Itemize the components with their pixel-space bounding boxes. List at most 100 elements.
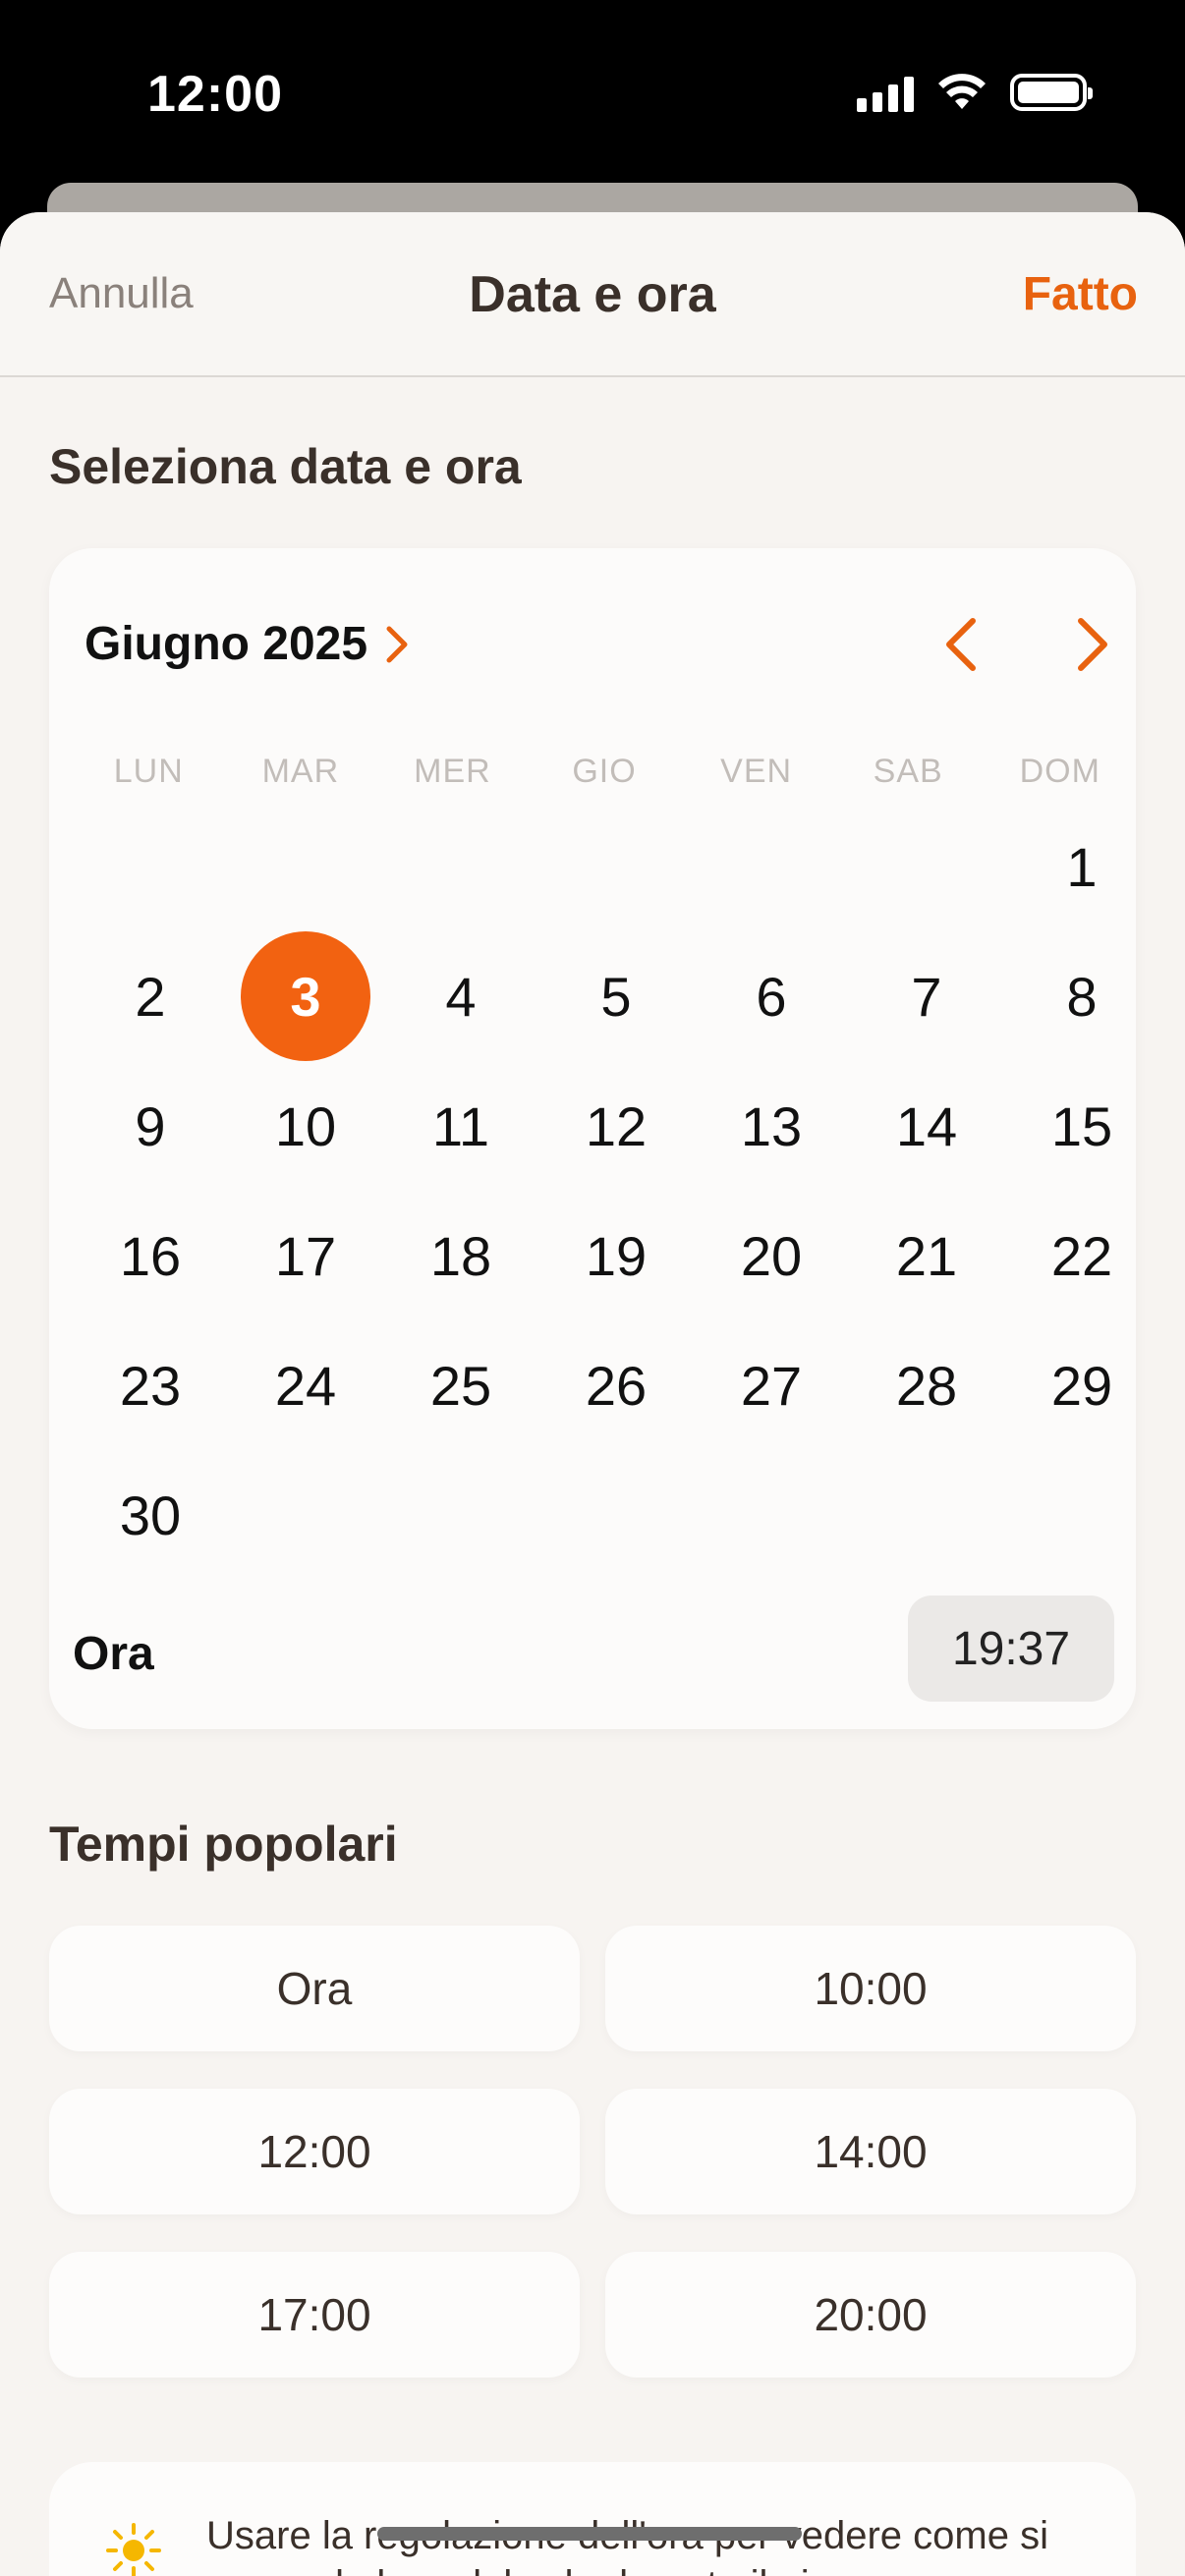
empty-day-cell (694, 802, 849, 931)
calendar-day[interactable]: 15 (1004, 1061, 1159, 1191)
done-button[interactable]: Fatto (1023, 267, 1138, 321)
empty-day-cell (73, 802, 228, 931)
calendar-day-number: 16 (119, 1224, 182, 1287)
calendar-card: Giugno 2025 LUN MAR MER GIO VEN SAB DOM 123456… (49, 548, 1136, 1729)
calendar-day[interactable]: 12 (538, 1061, 694, 1191)
calendar-day-number: 11 (431, 1094, 490, 1157)
calendar-day-number: 17 (274, 1224, 337, 1287)
calendar-day-number: 30 (119, 1484, 182, 1546)
weekday-label: MAR (261, 753, 340, 790)
date-time-sheet: Annulla Data e ora Fatto Seleziona data … (0, 212, 1185, 2576)
cellular-signal-icon (857, 73, 914, 112)
month-label: Giugno 2025 (85, 618, 368, 670)
battery-icon (1010, 74, 1093, 111)
calendar-day[interactable]: 2 (73, 931, 228, 1061)
wifi-icon (938, 74, 986, 109)
weekday-label: GIO (572, 753, 637, 790)
calendar-day[interactable]: 20 (694, 1191, 849, 1320)
popular-time-button[interactable]: 10:00 (605, 1926, 1136, 2051)
weekday-label: SAB (873, 753, 943, 790)
calendar-day[interactable]: 10 (228, 1061, 383, 1191)
calendar-day[interactable]: 21 (849, 1191, 1004, 1320)
next-month-button[interactable] (1061, 615, 1120, 674)
time-picker-button[interactable]: 19:37 (908, 1596, 1114, 1702)
days-grid: 1 2 3 4 5 6 7 8 9 10 11 12 13 14 15 16 17 18 19 20 21 22 23 24 2… (73, 802, 1159, 1580)
calendar-day[interactable]: 26 (538, 1320, 694, 1450)
calendar-day-number: 27 (740, 1354, 803, 1417)
calendar-day-number: 5 (600, 965, 632, 1028)
popular-time-button[interactable]: 20:00 (605, 2252, 1136, 2378)
calendar-day[interactable]: 17 (228, 1191, 383, 1320)
calendar-day-number: 12 (585, 1094, 648, 1157)
page-title: Data e ora (469, 266, 716, 323)
popular-time-button[interactable]: 14:00 (605, 2089, 1136, 2214)
calendar-day[interactable]: 11 (383, 1061, 538, 1191)
popular-times-grid: Ora 10:00 12:00 14:00 17:00 20:00 (49, 1926, 1136, 2378)
calendar-day-number: 20 (740, 1224, 803, 1287)
calendar-day-number: 24 (274, 1354, 337, 1417)
calendar-day[interactable]: 29 (1004, 1320, 1159, 1450)
calendar-day[interactable]: 14 (849, 1061, 1004, 1191)
month-year-button[interactable]: Giugno 2025 (85, 617, 409, 671)
sun-icon (106, 2523, 161, 2576)
calendar-day[interactable]: 22 (1004, 1191, 1159, 1320)
calendar-day-number: 14 (895, 1094, 958, 1157)
calendar-day[interactable]: 7 (849, 931, 1004, 1061)
calendar-day[interactable]: 4 (383, 931, 538, 1061)
calendar-day-number: 15 (1050, 1094, 1113, 1157)
calendar-day-number: 26 (585, 1354, 648, 1417)
status-bar: 12:00 (0, 0, 1185, 187)
calendar-day[interactable]: 13 (694, 1061, 849, 1191)
nav-bar: Annulla Data e ora Fatto (0, 212, 1185, 377)
status-time: 12:00 (147, 66, 283, 123)
calendar-day-number: 2 (135, 965, 166, 1028)
calendar-day[interactable]: 19 (538, 1191, 694, 1320)
weekday-label: LUN (113, 753, 184, 790)
calendar-day[interactable]: 30 (73, 1450, 228, 1580)
info-text: Usare la regolazione dell'ora per vedere… (206, 2514, 1048, 2576)
popular-time-button[interactable]: Ora (49, 1926, 580, 2051)
previous-month-button[interactable] (933, 615, 992, 674)
calendar-day-number: 3 (241, 931, 370, 1061)
calendar-day-number: 23 (119, 1354, 182, 1417)
calendar-day-number: 7 (911, 965, 942, 1028)
calendar-day[interactable]: 9 (73, 1061, 228, 1191)
time-label: Ora (73, 1628, 154, 1680)
home-indicator[interactable] (377, 2527, 802, 2541)
calendar-day-number: 1 (1066, 835, 1098, 898)
calendar-day[interactable]: 28 (849, 1320, 1004, 1450)
calendar-day[interactable]: 25 (383, 1320, 538, 1450)
calendar-day[interactable]: 18 (383, 1191, 538, 1320)
calendar-day-number: 29 (1050, 1354, 1113, 1417)
calendar-day-number: 10 (274, 1094, 337, 1157)
empty-day-cell (383, 802, 538, 931)
empty-day-cell (228, 802, 383, 931)
weekday-header: LUN MAR MER GIO VEN SAB DOM (49, 753, 1136, 791)
calendar-day[interactable]: 23 (73, 1320, 228, 1450)
calendar-day[interactable]: 24 (228, 1320, 383, 1450)
popular-time-button[interactable]: 12:00 (49, 2089, 580, 2214)
calendar-day[interactable]: 16 (73, 1191, 228, 1320)
calendar-day-number: 4 (445, 965, 477, 1028)
calendar-day-number: 21 (895, 1224, 958, 1287)
calendar-day-number: 18 (429, 1224, 492, 1287)
calendar-day-number: 25 (429, 1354, 492, 1417)
info-card: Usare la regolazione dell'ora per vedere… (49, 2462, 1136, 2576)
calendar-day-number: 13 (740, 1094, 803, 1157)
weekday-label: MER (414, 753, 491, 790)
calendar-day[interactable]: 8 (1004, 931, 1159, 1061)
chevron-right-icon (386, 626, 408, 662)
popular-time-button[interactable]: 17:00 (49, 2252, 580, 2378)
section-title-popular: Tempi popolari (49, 1817, 398, 1872)
calendar-day[interactable]: 1 (1004, 802, 1159, 931)
calendar-day-number: 22 (1050, 1224, 1113, 1287)
calendar-day-number: 19 (585, 1224, 648, 1287)
calendar-day-number: 9 (135, 1094, 166, 1157)
calendar-day[interactable]: 6 (694, 931, 849, 1061)
calendar-day[interactable]: 27 (694, 1320, 849, 1450)
section-title-select: Seleziona data e ora (49, 439, 522, 494)
empty-day-cell (538, 802, 694, 931)
calendar-day[interactable]: 5 (538, 931, 694, 1061)
calendar-day-number: 8 (1066, 965, 1098, 1028)
calendar-day-selected[interactable]: 3 (228, 931, 383, 1061)
